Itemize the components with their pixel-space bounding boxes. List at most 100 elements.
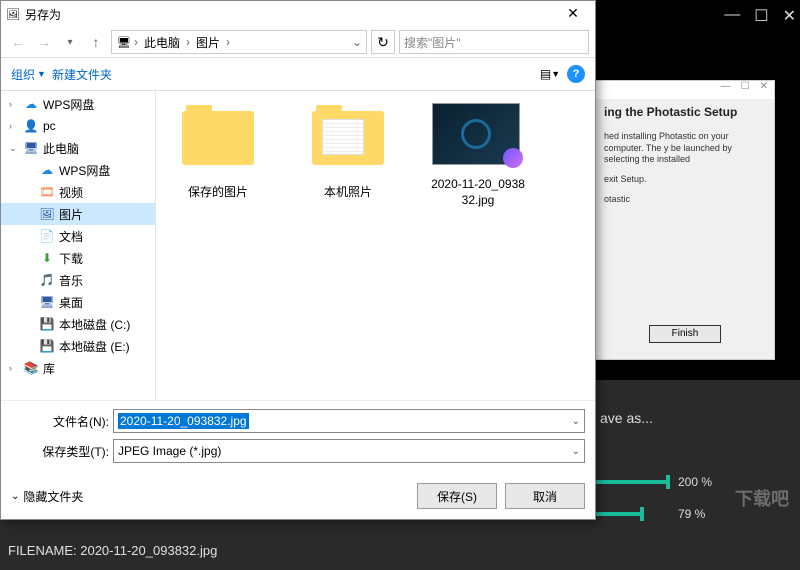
person-icon: 👤 bbox=[23, 118, 39, 134]
drive-icon: 💾 bbox=[39, 338, 55, 354]
back-button[interactable]: ← bbox=[7, 31, 29, 53]
setup-close-icon[interactable]: ✕ bbox=[760, 81, 768, 99]
tree-label: WPS网盘 bbox=[59, 162, 110, 179]
search-input[interactable]: 搜索"图片" bbox=[399, 30, 589, 54]
breadcrumb[interactable]: 🖥 › 此电脑 › 图片 › ⌄ bbox=[111, 30, 367, 54]
folder-icon bbox=[182, 111, 254, 165]
quality-slider[interactable] bbox=[596, 512, 642, 516]
bottom-panel: 文件名(N): 2020-11-20_093832.jpg ⌄ 保存类型(T):… bbox=[1, 400, 595, 519]
tree-item-本地磁盘 (E:)[interactable]: 💾本地磁盘 (E:) bbox=[1, 335, 155, 357]
tree-item-视频[interactable]: 🎞视频 bbox=[1, 181, 155, 203]
tree-label: 本地磁盘 (C:) bbox=[59, 316, 130, 333]
chevron-right-icon: › bbox=[186, 35, 190, 49]
tree-item-桌面[interactable]: 🖥桌面 bbox=[1, 291, 155, 313]
download-icon: ⬇ bbox=[39, 250, 55, 266]
cloud-icon: ☁ bbox=[39, 162, 55, 178]
watermark: 下载吧 bbox=[732, 490, 792, 530]
file-label: 2020-11-20_093832.jpg bbox=[428, 177, 528, 208]
cloud-icon: ☁ bbox=[23, 96, 39, 112]
tree-item-本地磁盘 (C:)[interactable]: 💾本地磁盘 (C:) bbox=[1, 313, 155, 335]
help-button[interactable]: ? bbox=[567, 65, 585, 83]
monitor-icon: 🖥 bbox=[116, 34, 132, 50]
forward-button[interactable]: → bbox=[33, 31, 55, 53]
breadcrumb-pictures[interactable]: 图片 bbox=[192, 34, 224, 51]
dialog-close-button[interactable]: ✕ bbox=[555, 2, 591, 26]
desktop-icon: 🖥 bbox=[39, 294, 55, 310]
file-item[interactable]: 保存的图片 bbox=[168, 103, 268, 201]
minimize-button[interactable]: — bbox=[724, 6, 740, 26]
tree-item-下载[interactable]: ⬇下载 bbox=[1, 247, 155, 269]
tree-item-图片[interactable]: 🖼图片 bbox=[1, 203, 155, 225]
tree-label: 音乐 bbox=[59, 272, 83, 289]
organize-menu[interactable]: 组织 ▼ bbox=[11, 66, 46, 83]
expand-icon[interactable]: › bbox=[9, 363, 19, 373]
tree-label: 文档 bbox=[59, 228, 83, 245]
new-folder-button[interactable]: 新建文件夹 bbox=[52, 66, 112, 83]
setup-minimize-icon[interactable]: — bbox=[721, 81, 731, 99]
chevron-down-icon[interactable]: ⌄ bbox=[572, 416, 580, 427]
file-label: 保存的图片 bbox=[168, 185, 268, 201]
filename-input[interactable]: 2020-11-20_093832.jpg ⌄ bbox=[113, 409, 585, 433]
film-icon: 🎞 bbox=[39, 184, 55, 200]
tree-label: 桌面 bbox=[59, 294, 83, 311]
hide-folders-toggle[interactable]: ⌄ 隐藏文件夹 bbox=[11, 488, 83, 505]
breadcrumb-pc[interactable]: 此电脑 bbox=[140, 34, 184, 51]
tree-item-此电脑[interactable]: ⌄🖥此电脑 bbox=[1, 137, 155, 159]
chevron-down-icon[interactable]: ⌄ bbox=[572, 446, 580, 457]
up-button[interactable]: ↑ bbox=[85, 31, 107, 53]
tree-label: 此电脑 bbox=[43, 140, 79, 157]
file-item[interactable]: 本机照片 bbox=[298, 103, 398, 201]
dialog-titlebar: 🖼 另存为 ✕ bbox=[1, 1, 595, 27]
save-button[interactable]: 保存(S) bbox=[417, 483, 497, 509]
expand-icon[interactable]: › bbox=[9, 121, 19, 131]
chevron-right-icon: › bbox=[226, 35, 230, 49]
folder-tree[interactable]: ›☁WPS网盘›👤pc⌄🖥此电脑☁WPS网盘🎞视频🖼图片📄文档⬇下载🎵音乐🖥桌面… bbox=[1, 91, 156, 400]
tree-item-WPS网盘[interactable]: ☁WPS网盘 bbox=[1, 159, 155, 181]
setup-text: otastic bbox=[604, 194, 766, 206]
drive-icon: 💾 bbox=[39, 316, 55, 332]
image-thumbnail bbox=[432, 103, 520, 165]
tree-label: 库 bbox=[43, 360, 55, 377]
maximize-button[interactable]: ☐ bbox=[754, 6, 768, 26]
doc-icon: 📄 bbox=[39, 228, 55, 244]
file-list[interactable]: 保存的图片 本机照片 2020-11-20_093832.jpg bbox=[156, 91, 595, 400]
folder-icon bbox=[312, 111, 384, 165]
setup-wizard-window: — ☐ ✕ ing the Photastic Setup hed instal… bbox=[595, 80, 775, 360]
cancel-button[interactable]: 取消 bbox=[505, 483, 585, 509]
file-item[interactable]: 2020-11-20_093832.jpg bbox=[428, 103, 528, 208]
chevron-down-icon[interactable]: ⌄ bbox=[352, 35, 362, 49]
tree-label: 视频 bbox=[59, 184, 83, 201]
filetype-select[interactable]: JPEG Image (*.jpg) ⌄ bbox=[113, 439, 585, 463]
finish-button[interactable]: Finish bbox=[649, 325, 721, 343]
photo-badge-icon bbox=[503, 148, 523, 168]
filetype-label: 保存类型(T): bbox=[11, 443, 113, 460]
dialog-title: 另存为 bbox=[21, 6, 555, 23]
zoom-value: 200 % bbox=[678, 475, 712, 489]
save-as-label-fragment: ave as... bbox=[600, 410, 653, 426]
view-options-button[interactable]: ▤ ▼ bbox=[539, 63, 561, 85]
tree-label: WPS网盘 bbox=[43, 96, 94, 113]
tree-label: 本地磁盘 (E:) bbox=[59, 338, 130, 355]
chevron-down-icon: ⌄ bbox=[11, 491, 19, 502]
expand-icon[interactable]: ⌄ bbox=[9, 143, 19, 154]
quality-value: 79 % bbox=[678, 507, 705, 521]
filetype-value: JPEG Image (*.jpg) bbox=[118, 444, 221, 458]
tree-item-库[interactable]: ›📚库 bbox=[1, 357, 155, 379]
tree-item-pc[interactable]: ›👤pc bbox=[1, 115, 155, 137]
close-button[interactable]: ✕ bbox=[783, 6, 796, 26]
zoom-slider[interactable] bbox=[596, 480, 668, 484]
chevron-right-icon: › bbox=[134, 35, 138, 49]
navigation-row: ← → ▾ ↑ 🖥 › 此电脑 › 图片 › ⌄ ↻ 搜索"图片" bbox=[1, 27, 595, 57]
tree-item-文档[interactable]: 📄文档 bbox=[1, 225, 155, 247]
setup-maximize-icon[interactable]: ☐ bbox=[741, 81, 750, 99]
tree-item-WPS网盘[interactable]: › ☁WPS网盘 bbox=[1, 93, 155, 115]
toolbar: 组织 ▼ 新建文件夹 ▤ ▼ ? bbox=[1, 57, 595, 91]
filename-status: FILENAME: 2020-11-20_093832.jpg bbox=[8, 543, 217, 558]
save-as-dialog: 🖼 另存为 ✕ ← → ▾ ↑ 🖥 › 此电脑 › 图片 › ⌄ ↻ 搜索"图片… bbox=[0, 0, 596, 520]
refresh-button[interactable]: ↻ bbox=[371, 30, 395, 54]
setup-titlebar: — ☐ ✕ bbox=[596, 81, 774, 99]
filename-label: 文件名(N): bbox=[11, 413, 113, 430]
tree-item-音乐[interactable]: 🎵音乐 bbox=[1, 269, 155, 291]
recent-dropdown[interactable]: ▾ bbox=[59, 31, 81, 53]
expand-icon[interactable]: › bbox=[9, 99, 19, 109]
